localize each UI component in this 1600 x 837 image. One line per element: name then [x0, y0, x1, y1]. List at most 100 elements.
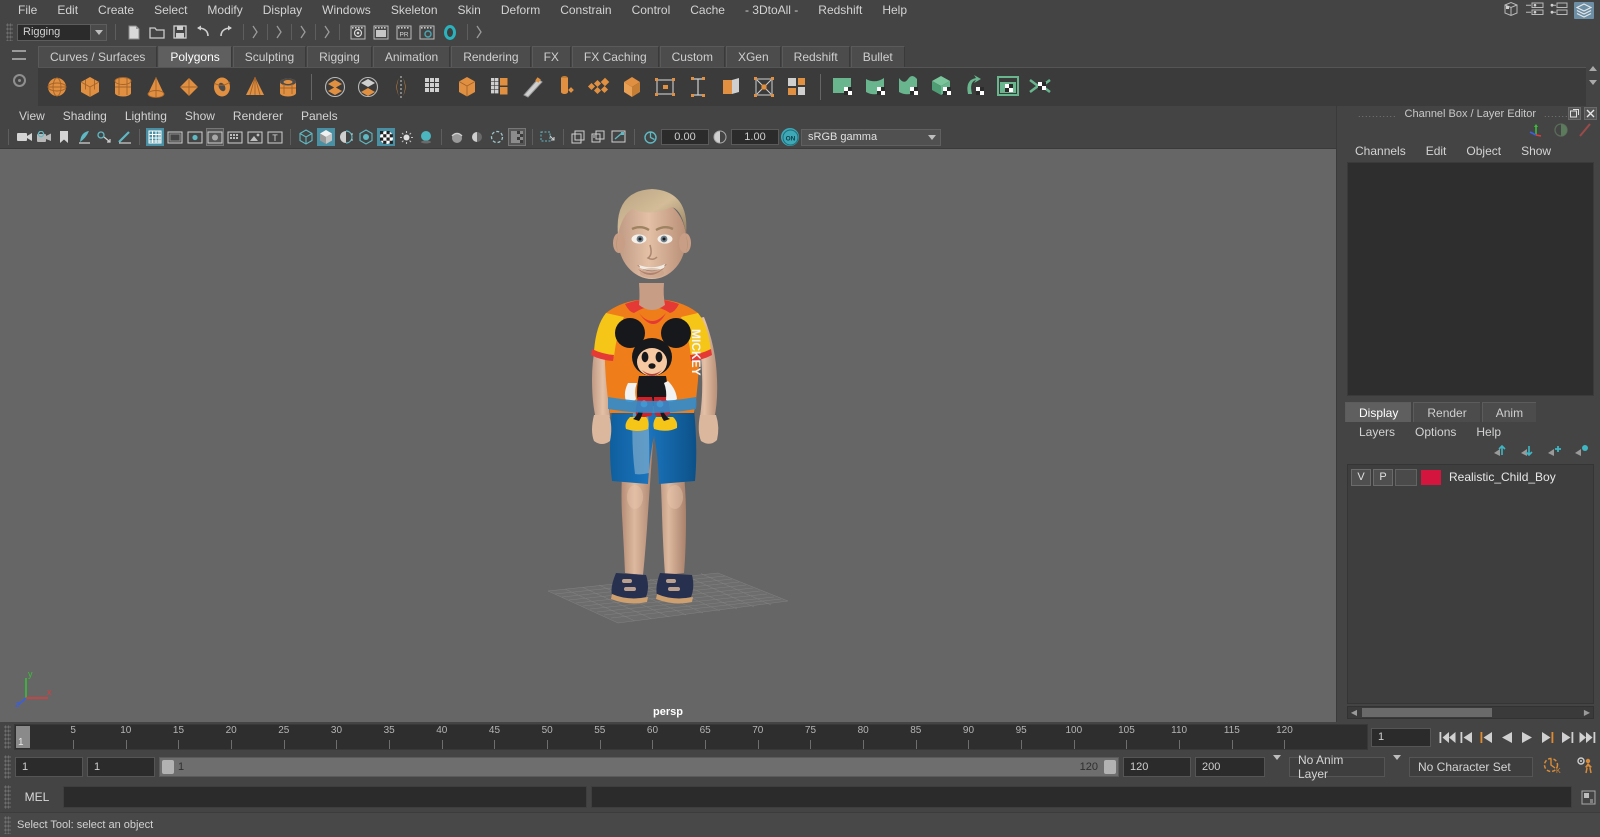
time-slider[interactable]: 1 5 10 15 20 25 30 35 40 45 50 55 60 65 70 75 80 85 90 95 1…	[14, 724, 1368, 750]
gamma-reset-icon[interactable]	[711, 128, 729, 146]
step-back-frame-icon[interactable]	[1478, 727, 1496, 747]
range-right-handle[interactable]	[1104, 760, 1116, 774]
shelf-settings-gear-icon[interactable]	[12, 74, 26, 87]
menu-set-selector[interactable]: Rigging	[17, 23, 107, 41]
show-menu[interactable]: Show	[1511, 144, 1561, 158]
command-line-grip[interactable]	[4, 785, 11, 809]
command-input-field[interactable]	[63, 786, 587, 808]
poly-uv-editor-icon[interactable]	[683, 72, 713, 102]
camera-attributes-icon[interactable]	[35, 128, 53, 146]
range-chevron-down-icon[interactable]	[1269, 755, 1285, 774]
flat-shade-icon[interactable]	[337, 128, 355, 146]
poly-multicut-icon[interactable]	[584, 72, 614, 102]
statusline-grip[interactable]	[6, 23, 13, 41]
layer-template-toggle[interactable]	[1395, 468, 1417, 486]
layer-color-swatch[interactable]	[1421, 469, 1441, 485]
poly-smooth-icon[interactable]	[419, 72, 449, 102]
menu-edit[interactable]: Edit	[47, 0, 88, 20]
shadow-icon[interactable]	[417, 128, 435, 146]
menu-skin[interactable]: Skin	[448, 0, 491, 20]
ao-icon[interactable]	[488, 128, 506, 146]
shelf-scroll-up-icon[interactable]	[1589, 65, 1597, 71]
shaded-wireframe-icon[interactable]	[357, 128, 375, 146]
hypershade-icon[interactable]	[440, 23, 459, 42]
exposure-field[interactable]: 0.00	[661, 129, 709, 145]
range-left-handle[interactable]	[162, 760, 174, 774]
select-by-component-icon[interactable]	[300, 24, 307, 40]
xray-joints-icon[interactable]	[570, 128, 588, 146]
help-line-grip[interactable]	[4, 816, 11, 834]
menu-3dtoall[interactable]: - 3DtoAll -	[735, 0, 808, 20]
nurbs-network-icon[interactable]	[1027, 72, 1057, 102]
help-menu[interactable]: Help	[1466, 425, 1511, 439]
viewport-menu-show[interactable]: Show	[176, 106, 224, 126]
shelf-tab-xgen[interactable]: XGen	[725, 46, 781, 67]
shelf-tab-animation[interactable]: Animation	[372, 46, 451, 67]
menu-constrain[interactable]: Constrain	[550, 0, 621, 20]
layer-editor-icon[interactable]	[1574, 1, 1594, 19]
layer-playback-toggle[interactable]: P	[1373, 468, 1393, 486]
step-forward-keyframe-icon[interactable]	[1558, 727, 1576, 747]
shelf-scroll-down-icon[interactable]	[1589, 79, 1597, 85]
viewport-menu-lighting[interactable]: Lighting	[116, 106, 176, 126]
animation-end-time-field[interactable]: 200	[1195, 757, 1265, 777]
menu-skeleton[interactable]: Skeleton	[381, 0, 448, 20]
nurbs-revolve-icon[interactable]	[961, 72, 991, 102]
poly-pyramid-icon[interactable]	[240, 72, 270, 102]
undo-icon[interactable]	[193, 23, 212, 42]
shelf-tab-rendering[interactable]: Rendering	[451, 46, 531, 67]
3d-viewport[interactable]: MICKEY persp y x z	[0, 148, 1336, 722]
new-scene-icon[interactable]	[124, 23, 143, 42]
layer-tab-anim[interactable]: Anim	[1481, 402, 1537, 422]
poly-combine-icon[interactable]	[320, 72, 350, 102]
wireframe-icon[interactable]	[297, 128, 315, 146]
statusline-more-icon[interactable]	[476, 24, 483, 40]
two-sided-lighting-icon[interactable]	[95, 128, 113, 146]
go-to-start-icon[interactable]	[1438, 727, 1456, 747]
redo-render-icon[interactable]	[371, 23, 390, 42]
viewport-menu-panels[interactable]: Panels	[292, 106, 347, 126]
poly-mirror-icon[interactable]	[386, 72, 416, 102]
nurbs-patch-icon[interactable]	[895, 72, 925, 102]
layer-list[interactable]: V P Realistic_Child_Boy	[1347, 464, 1594, 704]
anim-layer-chevron-down-icon[interactable]	[1389, 755, 1405, 774]
shelf-menu-icon[interactable]	[12, 50, 26, 60]
poly-cylinder-icon[interactable]	[108, 72, 138, 102]
gate-mask-icon[interactable]	[206, 128, 224, 146]
viewport-menu-renderer[interactable]: Renderer	[224, 106, 292, 126]
close-icon[interactable]	[1584, 107, 1597, 120]
poly-quad-draw-icon[interactable]	[650, 72, 680, 102]
step-back-keyframe-icon[interactable]	[1458, 727, 1476, 747]
gamma-field[interactable]: 1.00	[731, 129, 779, 145]
resolution-gate-icon[interactable]	[186, 128, 204, 146]
redo-icon[interactable]	[216, 23, 235, 42]
menu-display[interactable]: Display	[253, 0, 312, 20]
bookmark-icon[interactable]	[55, 128, 73, 146]
nurbs-surface-icon[interactable]	[862, 72, 892, 102]
poly-sphere-icon[interactable]	[42, 72, 72, 102]
textured-icon[interactable]	[377, 128, 395, 146]
select-by-hierarchy-icon[interactable]	[252, 24, 259, 40]
ipr-render-icon[interactable]: PR	[394, 23, 413, 42]
smooth-shade-icon[interactable]	[317, 128, 335, 146]
shelf-scroll-arrows[interactable]	[1586, 44, 1600, 106]
poly-transfer-attr-icon[interactable]	[716, 72, 746, 102]
layers-menu[interactable]: Layers	[1349, 425, 1405, 439]
shelf-tab-redshift[interactable]: Redshift	[781, 46, 850, 67]
playback-end-time-field[interactable]: 120	[1123, 757, 1191, 777]
animation-start-time-field[interactable]: 1	[15, 757, 83, 777]
poly-boolean-icon[interactable]	[452, 72, 482, 102]
menu-cache[interactable]: Cache	[680, 0, 735, 20]
channel-box-list[interactable]	[1347, 162, 1594, 396]
animation-preferences-icon[interactable]	[1570, 757, 1600, 777]
layer-tab-display[interactable]: Display	[1345, 402, 1412, 422]
options-menu[interactable]: Options	[1405, 425, 1466, 439]
edit-menu[interactable]: Edit	[1416, 144, 1457, 158]
xray-icon[interactable]	[539, 128, 557, 146]
chevron-down-icon[interactable]	[90, 24, 106, 40]
poly-sculpt-icon[interactable]	[749, 72, 779, 102]
scroll-right-icon[interactable]: ▶	[1581, 708, 1593, 717]
scrollbar-thumb[interactable]	[1362, 708, 1492, 717]
menu-windows[interactable]: Windows	[312, 0, 381, 20]
panel-grip-left[interactable]: ...........	[1358, 109, 1397, 119]
